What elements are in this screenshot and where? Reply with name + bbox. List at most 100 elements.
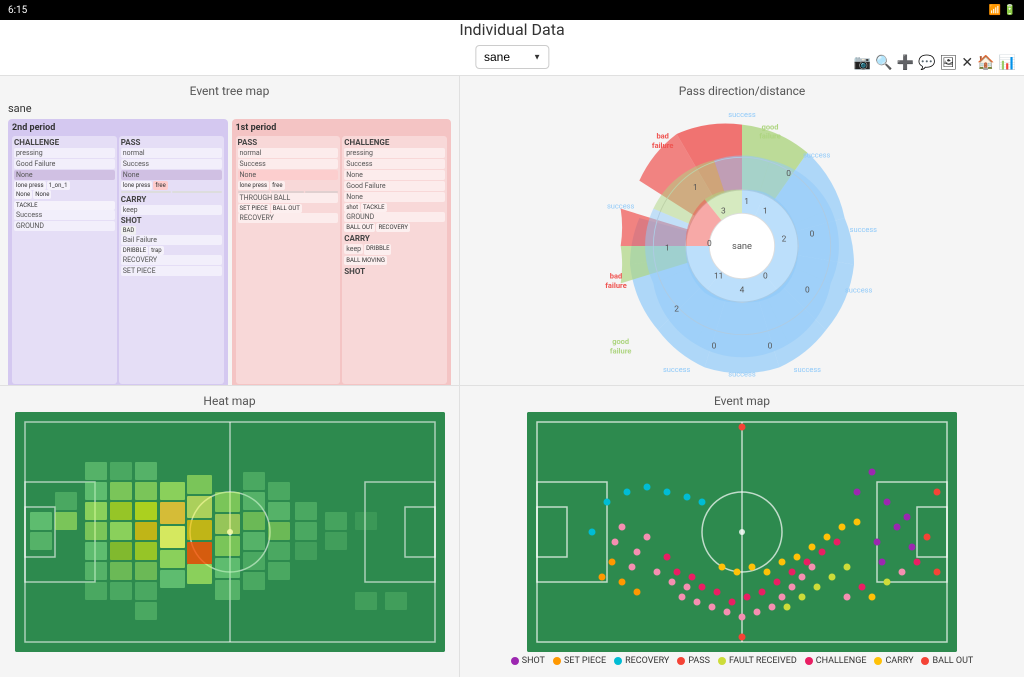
event-tree-panel: Event tree map sane 2nd period CHALLENGE… xyxy=(0,76,460,386)
svg-text:0: 0 xyxy=(768,342,773,352)
status-bar: 6:15 📶 🔋 xyxy=(0,0,1024,20)
svg-text:success: success xyxy=(728,110,756,119)
svg-text:good: good xyxy=(612,337,629,346)
challenge-category-1st: CHALLENGE pressing Success None Good Fai… xyxy=(342,136,447,384)
pass-category-1st: PASS normal Success None lone press free xyxy=(236,136,341,384)
search-icon[interactable]: 🔍 xyxy=(875,55,892,71)
svg-text:0: 0 xyxy=(805,286,810,296)
carry-dot xyxy=(874,657,882,665)
svg-text:1: 1 xyxy=(665,244,670,254)
svg-text:success: success xyxy=(850,225,878,234)
svg-text:bad: bad xyxy=(610,272,622,281)
heatmap-svg xyxy=(15,412,445,652)
legend-shot: SHOT xyxy=(511,656,545,666)
eventmap-svg xyxy=(527,412,957,652)
svg-text:bad: bad xyxy=(656,132,668,141)
close-icon[interactable]: ✕ xyxy=(961,55,973,71)
svg-text:success: success xyxy=(845,286,873,295)
svg-text:0: 0 xyxy=(712,342,717,352)
legend-setpiece: SET PIECE xyxy=(553,656,606,666)
challenge-category-2nd: CHALLENGE pressing Good Failure None lon… xyxy=(12,136,117,384)
svg-text:success: success xyxy=(607,202,635,211)
chat-icon[interactable]: 💬 xyxy=(918,55,935,71)
treemap-container: 2nd period CHALLENGE pressing Good Failu… xyxy=(8,119,451,386)
svg-text:success: success xyxy=(803,150,831,159)
chart-icon[interactable]: 📊 xyxy=(999,55,1016,71)
svg-text:1: 1 xyxy=(763,206,768,216)
svg-text:3: 3 xyxy=(721,206,726,216)
eventmap-panel: Event map xyxy=(460,386,1024,677)
svg-text:success: success xyxy=(794,365,822,374)
first-period-box: 1st period PASS normal Success None lone… xyxy=(232,119,452,386)
svg-text:1: 1 xyxy=(693,183,698,193)
legend-recovery: RECOVERY xyxy=(614,656,669,666)
field-eventmap xyxy=(527,412,957,652)
second-period-inner: CHALLENGE pressing Good Failure None lon… xyxy=(12,136,224,384)
toolbar-icons: 📷 🔍 ➕ 💬 🖼 ✕ 🏠 📊 xyxy=(854,55,1016,71)
svg-text:success: success xyxy=(728,370,756,379)
event-tree-player: sane xyxy=(8,102,451,115)
toolbar: Individual Data sane player2 📷 🔍 ➕ 💬 🖼 ✕… xyxy=(0,20,1024,76)
heatmap-panel: Heat map xyxy=(0,386,460,677)
status-icons: 📶 🔋 xyxy=(989,5,1016,16)
legend-bar: SHOT SET PIECE RECOVERY PASS FAULT RECEI… xyxy=(511,656,974,666)
first-period-label: 1st period xyxy=(236,123,448,133)
legend-pass: PASS xyxy=(677,656,710,666)
player-dropdown[interactable]: sane player2 xyxy=(475,45,549,69)
field-heatmap xyxy=(15,412,445,652)
second-period-box: 2nd period CHALLENGE pressing Good Failu… xyxy=(8,119,228,386)
svg-text:11: 11 xyxy=(714,272,723,282)
recovery-dot xyxy=(614,657,622,665)
setpiece-dot xyxy=(553,657,561,665)
heatmap-title: Heat map xyxy=(203,394,255,408)
eventmap-title: Event map xyxy=(714,394,770,408)
legend-recovery-label: RECOVERY xyxy=(625,656,669,666)
legend-ballout: BALL OUT xyxy=(921,656,973,666)
camera-icon[interactable]: 📷 xyxy=(854,55,871,71)
svg-text:sane: sane xyxy=(732,241,752,252)
add-icon[interactable]: ➕ xyxy=(897,55,914,71)
main-grid: Event tree map sane 2nd period CHALLENGE… xyxy=(0,76,1024,677)
player-dropdown-wrapper[interactable]: sane player2 xyxy=(475,45,549,69)
ballout-dot xyxy=(921,657,929,665)
radial-chart: sane 2 1 0 4 11 0 3 1 0 0 0 0 2 1 1 0 xyxy=(602,106,882,386)
svg-text:success: success xyxy=(663,365,691,374)
legend-shot-label: SHOT xyxy=(522,656,545,666)
time: 6:15 xyxy=(8,5,27,16)
pass-category-2nd: PASS normal Success None lone press free… xyxy=(119,136,224,384)
svg-text:failure: failure xyxy=(759,132,780,141)
event-tree-title: Event tree map xyxy=(8,84,451,98)
image-icon[interactable]: 🖼 xyxy=(940,55,958,71)
svg-text:1: 1 xyxy=(744,197,749,207)
legend-carry: CARRY xyxy=(874,656,913,666)
shot-dot xyxy=(511,657,519,665)
legend-fault: FAULT RECEIVED xyxy=(718,656,797,666)
svg-text:0: 0 xyxy=(786,169,791,179)
radial-svg: sane 2 1 0 4 11 0 3 1 0 0 0 0 2 1 1 0 xyxy=(602,106,882,386)
svg-text:0: 0 xyxy=(707,239,712,249)
legend-challenge: CHALLENGE xyxy=(805,656,867,666)
svg-text:failure: failure xyxy=(652,141,673,150)
pass-dot xyxy=(677,657,685,665)
svg-text:failure: failure xyxy=(610,346,631,355)
first-period-inner: PASS normal Success None lone press free xyxy=(236,136,448,384)
second-period-label: 2nd period xyxy=(12,123,224,133)
individual-data-title: Individual Data xyxy=(459,20,564,39)
fault-dot xyxy=(718,657,726,665)
legend-setpiece-label: SET PIECE xyxy=(564,656,606,666)
svg-text:0: 0 xyxy=(763,272,768,282)
legend-challenge-label: CHALLENGE xyxy=(816,656,867,666)
home-icon[interactable]: 🏠 xyxy=(977,55,994,71)
svg-text:good: good xyxy=(762,122,779,131)
legend-fault-label: FAULT RECEIVED xyxy=(729,656,797,666)
pass-direction-panel: Pass direction/distance xyxy=(460,76,1024,386)
svg-text:2: 2 xyxy=(782,234,787,244)
pass-direction-title: Pass direction/distance xyxy=(679,84,806,98)
svg-text:2: 2 xyxy=(674,304,679,314)
svg-text:4: 4 xyxy=(740,286,745,296)
legend-pass-label: PASS xyxy=(688,656,710,666)
challenge-dot xyxy=(805,657,813,665)
svg-text:0: 0 xyxy=(810,230,815,240)
svg-text:failure: failure xyxy=(605,281,626,290)
legend-carry-label: CARRY xyxy=(885,656,913,666)
